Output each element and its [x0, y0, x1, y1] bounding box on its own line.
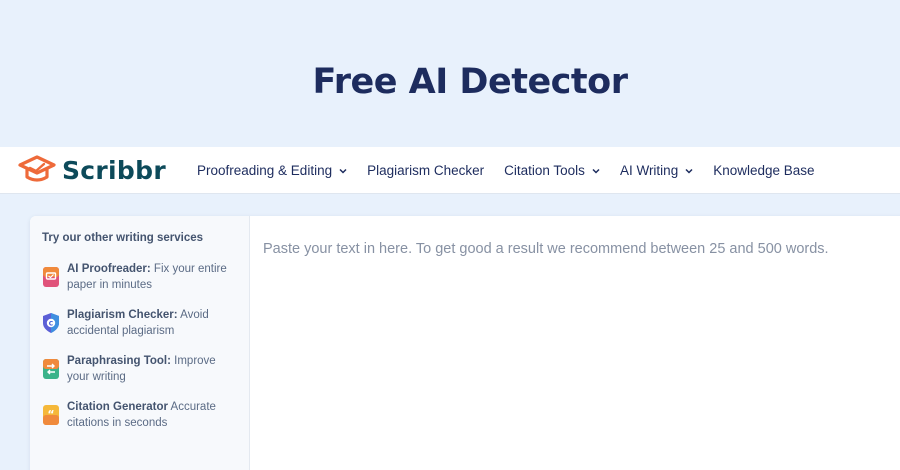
service-plagiarism-checker[interactable]: C Plagiarism Checker: Avoid accidental p… [42, 307, 242, 339]
nav-citation-tools[interactable]: Citation Tools [504, 163, 600, 178]
service-name: Paraphrasing Tool: [67, 355, 171, 367]
service-name: Citation Generator [67, 401, 168, 413]
plagiarism-shield-icon: C [43, 313, 59, 333]
nav-item-label: Plagiarism Checker [367, 163, 485, 178]
service-name: AI Proofreader: [67, 263, 151, 275]
svg-text:“: “ [47, 408, 54, 421]
sidebar-title: Try our other writing services [42, 232, 204, 244]
service-name: Plagiarism Checker: [67, 309, 178, 321]
top-navigation: Scribbr Proofreading & Editing Plagiaris… [0, 147, 900, 194]
citation-quote-icon: “ [43, 405, 59, 425]
chevron-down-icon [592, 168, 600, 174]
nav-knowledge-base[interactable]: Knowledge Base [713, 163, 814, 178]
nav-item-label: Proofreading & Editing [197, 163, 333, 178]
text-input[interactable] [251, 216, 900, 470]
nav-item-label: Knowledge Base [713, 163, 815, 178]
chevron-down-icon [685, 168, 693, 174]
nav-plagiarism-checker[interactable]: Plagiarism Checker [367, 163, 484, 178]
service-ai-proofreader[interactable]: AI Proofreader: Fix your entire paper in… [42, 261, 242, 293]
nav-ai-writing[interactable]: AI Writing [620, 163, 693, 178]
nav-item-label: Citation Tools [504, 163, 585, 178]
detector-panel: Try our other writing services AI Proofr… [30, 216, 900, 470]
service-paraphrasing-tool[interactable]: Paraphrasing Tool: Improve your writing [42, 353, 242, 385]
chevron-down-icon [339, 168, 347, 174]
services-sidebar: Try our other writing services AI Proofr… [30, 216, 250, 470]
page-title: Free AI Detector [312, 62, 628, 102]
svg-text:C: C [49, 321, 54, 328]
nav-item-label: AI Writing [619, 163, 679, 178]
scribbr-logo[interactable]: Scribbr [17, 154, 166, 186]
paraphrase-icon [43, 359, 59, 379]
logo-text: Scribbr [62, 155, 166, 185]
graduation-cap-icon [18, 155, 56, 182]
service-citation-generator[interactable]: “ Citation Generator Accurate citations … [42, 399, 242, 431]
nav-proofreading-editing[interactable]: Proofreading & Editing [197, 163, 347, 178]
nav-menu: Proofreading & Editing Plagiarism Checke… [197, 147, 835, 194]
proofreader-icon [43, 267, 59, 287]
